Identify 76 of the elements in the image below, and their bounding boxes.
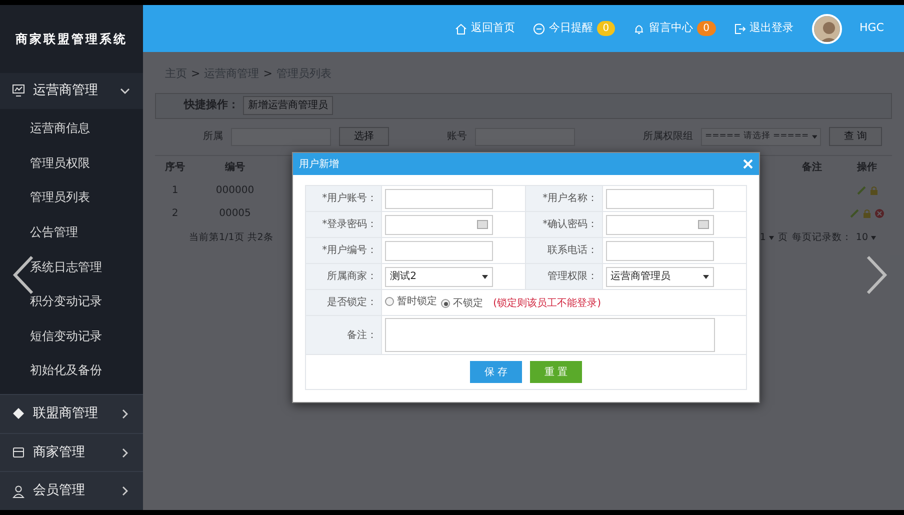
table-cell-text: 1 [170,184,180,198]
logout-icon [734,22,746,34]
monitor-icon [12,84,25,98]
field-label: *用户名称： [526,186,602,212]
store-icon [12,446,25,460]
password-field[interactable] [606,214,714,234]
dropdown-arrow-icon [702,274,709,278]
dialog-title: 用户新增 [299,158,339,172]
sidebar-group[interactable]: 商家管理 [0,432,143,472]
sidebar-item[interactable]: 初始化及备份 [0,353,143,388]
pagination-label: 每页记录数： [792,230,852,244]
pencil-icon [850,208,859,218]
bell-icon [633,22,646,34]
remark-field[interactable] [385,318,716,352]
user-name: HGC [860,20,884,36]
pagination-label: 页 [778,230,788,244]
lock-icon [870,186,878,194]
input-field[interactable] [606,188,714,208]
pagination-summary: 当前第1/1页 共2条 [189,230,274,244]
filter-label: 所属权限组 [643,130,693,144]
breadcrumb-separator: > [191,66,200,82]
sidebar-item[interactable]: 管理员列表 [0,180,143,216]
select-field[interactable]: 运营商管理员 [606,266,714,286]
radio-option[interactable]: 不锁定 [441,296,484,312]
pencil-icon [856,186,866,194]
field-label: 是否锁定： [306,290,382,316]
table-cell-text: 00005 [218,206,252,220]
lock-icon [863,208,871,218]
hint-text: (锁定则该员工不能登录) [493,298,601,309]
table-cell-text: 2 [170,206,180,220]
filter-label: 所属 [203,130,223,144]
field-label: *用户账号： [306,186,382,212]
select-field[interactable]: 测试2 [385,266,494,286]
column-header: 备注 [801,160,823,174]
column-header: 序号 [164,160,186,174]
password-field[interactable] [385,214,494,234]
field-label: 备注： [306,316,382,354]
column-header: 编号 [224,160,246,174]
logo-text: 商家联盟管理系统 [16,30,128,48]
count-badge: 0 [596,21,616,36]
user-icon [12,484,25,498]
toolbar-label: 快捷操作： [184,97,239,114]
breadcrumb-separator: > [263,66,272,82]
field-label: *确认密码： [526,212,602,238]
close-icon[interactable] [743,159,753,169]
sidebar-item[interactable]: 管理员权限 [0,146,143,180]
field-label: *用户编号： [306,238,382,264]
field-label: 联系电话： [526,238,602,264]
sidebar-group[interactable]: 运营商管理 [0,72,143,110]
dropdown-arrow-icon [482,274,488,278]
keyboard-icon [477,220,488,229]
column-header: 操作 [856,160,878,174]
home-icon [454,22,467,34]
field-label: 所属商家： [306,264,382,290]
dropdown-arrow-icon [768,236,774,240]
dropdown-arrow-icon [812,134,817,138]
sidebar-item[interactable]: 短信变动记录 [0,318,143,354]
sidebar-group[interactable]: 联盟商管理 [0,394,143,433]
table-cell-text: 000000 [214,184,256,198]
input-field[interactable] [606,240,714,260]
avatar[interactable] [812,14,842,44]
sidebar-item[interactable]: 公告管理 [0,215,143,250]
sidebar-item[interactable]: 系统日志管理 [0,250,143,284]
count-badge: 0 [697,21,716,36]
sidebar-group[interactable]: 会员管理 [0,471,143,510]
keyboard-icon [698,220,709,229]
field-label: *登录密码： [306,212,382,238]
dropdown-arrow-icon [871,236,876,240]
field-label: 管理权限： [526,264,602,290]
filter-label: 账号 [447,130,467,144]
input-field[interactable] [385,240,494,260]
radio-option[interactable]: 暂时锁定 [385,294,438,309]
sidebar-item[interactable]: 运营商信息 [0,111,143,146]
diamond-icon [12,407,25,420]
input-field[interactable] [385,188,494,208]
sidebar-item[interactable]: 积分变动记录 [0,284,143,319]
